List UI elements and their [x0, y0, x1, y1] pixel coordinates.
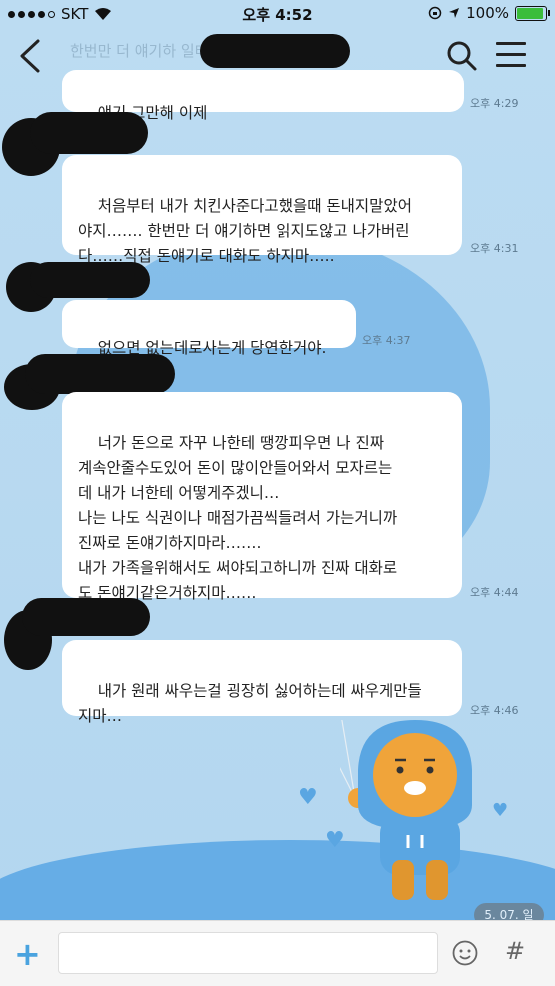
menu-line	[496, 53, 526, 56]
message-time: 오후 4:31	[470, 242, 519, 255]
hashtag-search-button[interactable]: #	[505, 937, 525, 965]
back-button[interactable]	[16, 38, 44, 74]
status-bar: SKT 오후 4:52 100%	[0, 0, 555, 28]
menu-button[interactable]	[496, 42, 526, 68]
chat-screen: ♥ ♥ ♥ SKT 오후 4:52 100% 한번만 더 얘기하 일테니까 돈 …	[0, 0, 555, 986]
message-time: 오후 4:46	[470, 704, 519, 717]
add-attachment-button[interactable]: +	[14, 938, 41, 970]
sender-name-redacted	[30, 262, 150, 298]
sender-name-redacted	[30, 112, 148, 154]
message-text: 내가 원래 싸우는걸 굉장히 싫어하는데 싸우게만들 지마…	[78, 682, 422, 725]
heart-icon: ♥	[492, 800, 509, 821]
message-input[interactable]	[58, 932, 438, 974]
rotation-lock-icon	[428, 6, 442, 20]
sender-name-redacted	[22, 598, 150, 636]
message-text: 너가 돈으로 자꾸 나한테 땡깡피우면 나 진짜 계속안줄수도있어 돈이 많이안…	[78, 434, 398, 602]
battery-icon	[515, 5, 550, 21]
emoji-button[interactable]	[452, 940, 478, 966]
menu-line	[496, 42, 526, 45]
menu-line	[496, 64, 526, 67]
message-bubble[interactable]: 처음부터 내가 치킨사준다고했을때 돈내지말았어 야지……. 한번만 더 얘기하…	[62, 155, 462, 265]
message-bubble[interactable]: 없으면 없는데로사는게 당연한거야.	[62, 300, 356, 357]
heart-icon: ♥	[298, 785, 318, 810]
message-bubble[interactable]: 얘기 그만해 이제	[62, 70, 464, 122]
location-icon	[449, 8, 460, 18]
ryan-character-icon	[340, 720, 472, 900]
message-text: 처음부터 내가 치킨사준다고했을때 돈내지말았어 야지……. 한번만 더 얘기하…	[78, 197, 412, 265]
battery-label: 100%	[466, 4, 509, 22]
message-time: 오후 4:37	[362, 334, 411, 347]
status-right: 100%	[428, 4, 550, 22]
message-bubble[interactable]: 내가 원래 싸우는걸 굉장히 싫어하는데 싸우게만들 지마…	[62, 640, 462, 725]
message-time: 오후 4:29	[470, 97, 519, 110]
input-bar: + #	[0, 920, 555, 986]
message-bubble[interactable]: 너가 돈으로 자꾸 나한테 땡깡피우면 나 진짜 계속안줄수도있어 돈이 많이안…	[62, 392, 462, 602]
sender-name-redacted	[25, 354, 175, 394]
search-button[interactable]	[446, 40, 478, 72]
chat-title-redacted	[200, 34, 350, 68]
message-time: 오후 4:44	[470, 586, 519, 599]
